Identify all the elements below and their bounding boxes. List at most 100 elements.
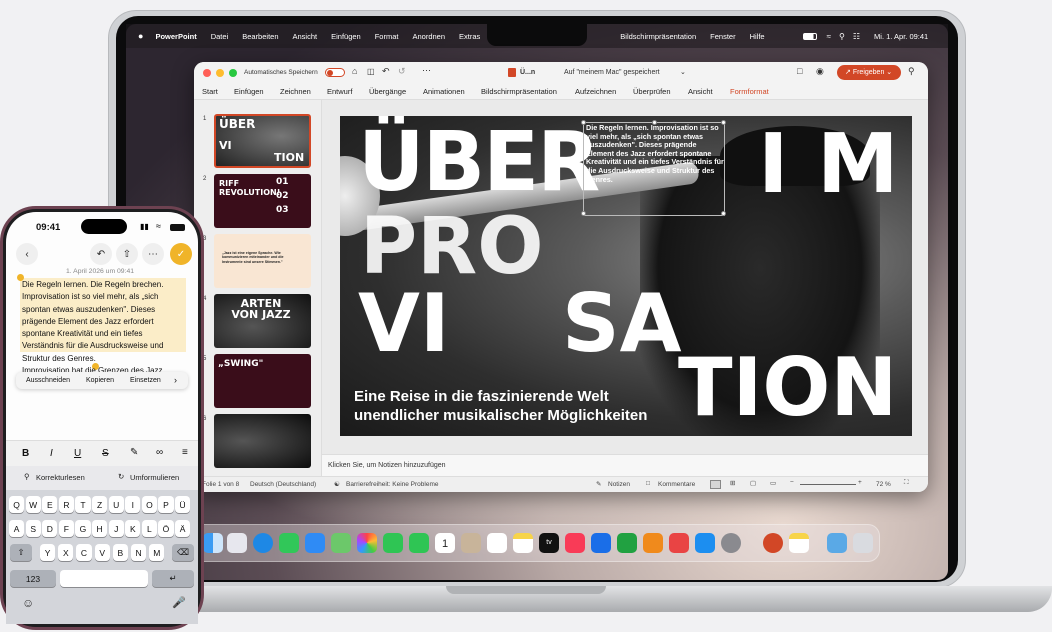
mail-icon[interactable] xyxy=(305,533,325,553)
messages-icon[interactable] xyxy=(279,533,299,553)
battery-icon[interactable] xyxy=(802,32,817,40)
share-button[interactable]: ↗ Freigeben ⌄ xyxy=(837,65,901,80)
share-button[interactable]: ⇧ xyxy=(116,243,138,265)
menu-window[interactable]: Fenster xyxy=(710,32,735,41)
menu-insert[interactable]: Einfügen xyxy=(331,32,361,41)
app-store-icon[interactable] xyxy=(695,533,715,553)
zoom-slider[interactable] xyxy=(800,484,856,485)
underline-icon[interactable]: U xyxy=(74,448,81,459)
return-key[interactable]: ↵ xyxy=(152,570,194,587)
proofread-button[interactable]: Korrekturlesen xyxy=(36,473,85,482)
textbox-handle[interactable] xyxy=(581,120,586,125)
tab-shape-format[interactable]: Formformat xyxy=(730,87,769,96)
key-1-0[interactable]: Q xyxy=(9,496,25,513)
safari-icon[interactable] xyxy=(253,533,273,553)
folder-icon[interactable] xyxy=(827,533,847,553)
music-icon[interactable] xyxy=(565,533,585,553)
tab-animations[interactable]: Animationen xyxy=(423,87,465,96)
menu-format[interactable]: Format xyxy=(375,32,399,41)
key-1-3[interactable]: R xyxy=(58,496,74,513)
zoom-level[interactable]: 72 % xyxy=(876,481,891,488)
thumbnail-slide-4[interactable]: ARTEN VON JAZZ xyxy=(214,294,311,348)
menu-arrange[interactable]: Anordnen xyxy=(412,32,445,41)
key-3-0[interactable]: Y xyxy=(40,544,56,561)
pages-icon[interactable] xyxy=(643,533,663,553)
notes-toggle[interactable]: Notizen xyxy=(608,481,630,488)
contacts-icon[interactable] xyxy=(461,533,481,553)
testflight-icon[interactable] xyxy=(669,533,689,553)
key-3-3[interactable]: V xyxy=(94,544,110,561)
more-button[interactable]: ⋯ xyxy=(142,243,164,265)
emoji-icon[interactable]: ☺ xyxy=(22,596,34,610)
italic-icon[interactable]: I xyxy=(50,448,53,459)
key-2-10[interactable]: Ä xyxy=(175,520,191,537)
numbers-icon[interactable] xyxy=(617,533,637,553)
fit-window-icon[interactable]: ⛶ xyxy=(904,479,909,487)
presenter-view-icon[interactable]: ▭ xyxy=(770,479,776,487)
menu-view[interactable]: Ansicht xyxy=(293,32,318,41)
search-icon[interactable]: ⚲ xyxy=(839,32,845,41)
microphone-icon[interactable]: 🎤 xyxy=(172,596,186,609)
key-3-4[interactable]: B xyxy=(112,544,128,561)
key-1-1[interactable]: W xyxy=(25,496,41,513)
normal-view-icon[interactable] xyxy=(710,480,721,489)
textbox-handle[interactable] xyxy=(581,211,586,216)
list-icon[interactable]: ≡ xyxy=(182,447,188,458)
key-2-4[interactable]: G xyxy=(75,520,91,537)
zoom-in-icon[interactable]: + xyxy=(858,479,862,486)
tab-insert[interactable]: Einfügen xyxy=(234,87,264,96)
space-key[interactable] xyxy=(60,570,148,587)
rewrite-button[interactable]: Umformulieren xyxy=(130,473,179,482)
finder-icon[interactable] xyxy=(203,533,223,553)
undo-icon[interactable]: ↶ xyxy=(382,66,390,77)
chevron-right-icon[interactable]: › xyxy=(174,375,177,385)
paste-button[interactable]: Einsetzen xyxy=(130,377,161,384)
powerpoint-dock-icon[interactable] xyxy=(763,533,783,553)
control-center-icon[interactable]: ☷ xyxy=(853,32,860,41)
tab-record[interactable]: Aufzeichnen xyxy=(575,87,616,96)
document-title[interactable]: Ü...n xyxy=(520,69,535,76)
save-icon[interactable]: ◫ xyxy=(367,67,375,76)
notes-dock-icon[interactable] xyxy=(789,533,809,553)
numbers-key[interactable]: 123 xyxy=(10,570,56,587)
trash-icon[interactable] xyxy=(853,533,873,553)
key-1-7[interactable]: I xyxy=(125,496,141,513)
minimize-window-button[interactable] xyxy=(216,69,224,77)
key-1-4[interactable]: T xyxy=(75,496,91,513)
thumbnail-slide-2[interactable]: RIFF REVOLUTION! 01 02 03 xyxy=(214,174,311,228)
zoom-out-icon[interactable]: − xyxy=(790,479,794,486)
redo-icon[interactable]: ↺ xyxy=(398,66,406,77)
saved-status[interactable]: Auf "meinem Mac" gespeichert xyxy=(564,69,660,76)
highlighter-icon[interactable]: ✎ xyxy=(130,447,138,458)
bold-icon[interactable]: B xyxy=(22,448,29,459)
key-2-1[interactable]: S xyxy=(25,520,41,537)
tab-review[interactable]: Überprüfen xyxy=(633,87,671,96)
reminders-icon[interactable] xyxy=(487,533,507,553)
search-icon[interactable]: ⚲ xyxy=(908,66,915,77)
tab-draw[interactable]: Zeichnen xyxy=(280,87,311,96)
record-icon[interactable]: ◉ xyxy=(816,66,824,77)
key-2-8[interactable]: L xyxy=(141,520,157,537)
copy-button[interactable]: Kopieren xyxy=(86,377,114,384)
shift-key[interactable]: ⇧ xyxy=(10,544,32,561)
key-3-6[interactable]: M xyxy=(149,544,165,561)
tab-view[interactable]: Ansicht xyxy=(688,87,713,96)
menu-slideshow[interactable]: Bildschirmpräsentation xyxy=(620,32,696,41)
cut-button[interactable]: Ausschneiden xyxy=(26,377,70,384)
more-icon[interactable]: ⋯ xyxy=(422,65,431,76)
close-window-button[interactable] xyxy=(203,69,211,77)
settings-icon[interactable] xyxy=(721,533,741,553)
key-1-10[interactable]: Ü xyxy=(175,496,191,513)
menu-app-name[interactable]: PowerPoint xyxy=(155,32,196,41)
tv-icon[interactable]: tv xyxy=(539,533,559,553)
key-1-8[interactable]: O xyxy=(141,496,157,513)
strikethrough-icon[interactable]: S xyxy=(102,448,109,459)
tab-slideshow[interactable]: Bildschirmpräsentation xyxy=(481,87,557,96)
selected-textbox[interactable]: Die Regeln lernen. Improvisation ist so … xyxy=(581,120,726,216)
key-3-2[interactable]: C xyxy=(76,544,92,561)
sorter-view-icon[interactable]: ⊞ xyxy=(730,479,735,487)
photos-icon[interactable] xyxy=(357,533,377,553)
comment-icon[interactable]: □ xyxy=(797,66,802,76)
key-1-5[interactable]: Z xyxy=(92,496,108,513)
calendar-icon[interactable]: 1 xyxy=(435,533,455,553)
